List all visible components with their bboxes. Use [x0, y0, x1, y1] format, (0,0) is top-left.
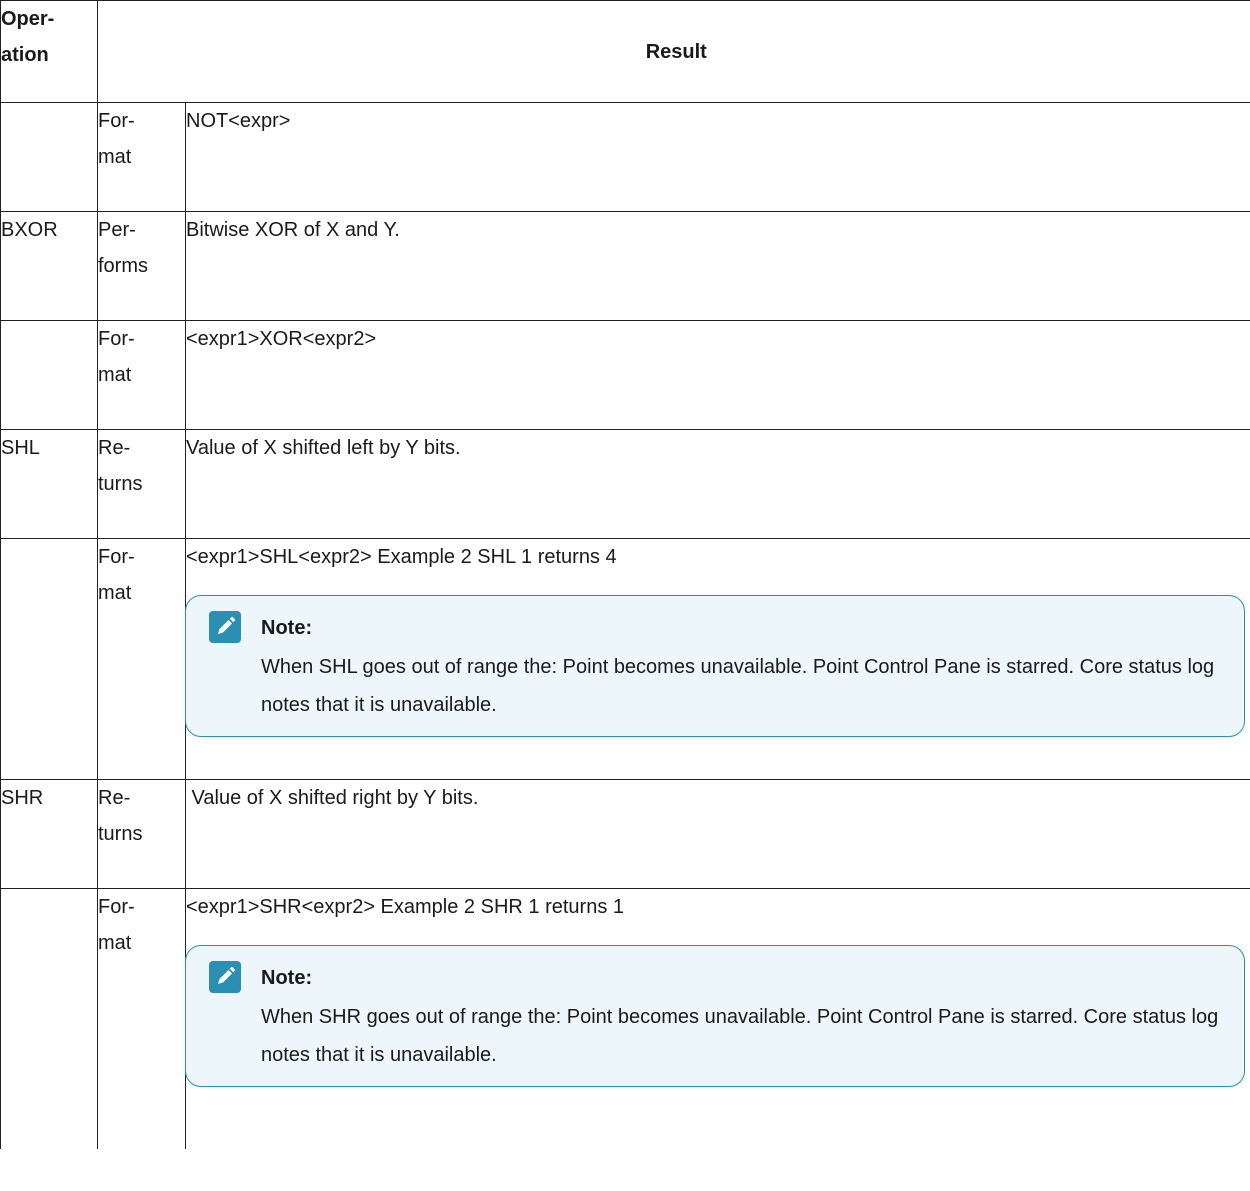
operation-cell: SHR: [0, 779, 98, 889]
kind-cell: For- mat: [97, 320, 186, 430]
table-row: For- mat <expr1>XOR<expr2>: [0, 320, 1250, 430]
kind-line1: Per-: [98, 219, 136, 241]
kind-line1: Re-: [98, 787, 131, 809]
operation-header-line2: ation: [1, 44, 49, 66]
note-title: Note:: [261, 617, 313, 639]
table-row: SHR Re- turns Value of X shifted right b…: [0, 779, 1250, 889]
kind-line1: For-: [98, 546, 135, 568]
kind-cell: Per- forms: [97, 211, 186, 321]
kind-cell: Re- turns: [97, 779, 186, 889]
kind-cell: For- mat: [97, 102, 186, 212]
note-callout: Note: When SHL goes out of range the: Po…: [185, 595, 1245, 737]
result-text: <expr1>SHL<expr2> Example 2 SHL 1 return…: [186, 546, 617, 568]
kind-line1: For-: [98, 328, 135, 350]
kind-line1: For-: [98, 110, 135, 132]
result-cell: Value of X shifted right by Y bits.: [185, 779, 1250, 889]
kind-cell: Re- turns: [97, 429, 186, 539]
result-cell: Value of X shifted left by Y bits.: [185, 429, 1250, 539]
result-cell: Bitwise XOR of X and Y.: [185, 211, 1250, 321]
kind-line1: For-: [98, 896, 135, 918]
kind-line2: mat: [98, 582, 132, 604]
pencil-note-icon: [209, 961, 241, 993]
kind-line2: turns: [98, 473, 143, 495]
kind-line2: forms: [98, 255, 148, 277]
note-title: Note:: [261, 967, 313, 989]
result-cell: <expr1>SHL<expr2> Example 2 SHL 1 return…: [185, 538, 1250, 780]
result-cell: <expr1>XOR<expr2>: [185, 320, 1250, 430]
operation-cell: BXOR: [0, 211, 98, 321]
operation-cell: [0, 320, 98, 430]
operations-table: Oper- ation Result For- mat NOT<expr> BX…: [0, 0, 1250, 1149]
table-row: For- mat NOT<expr>: [0, 102, 1250, 212]
note-callout: Note: When SHR goes out of range the: Po…: [185, 945, 1245, 1087]
operation-cell: SHL: [0, 429, 98, 539]
kind-cell: For- mat: [97, 538, 186, 780]
kind-line2: turns: [98, 823, 143, 845]
operation-cell: [0, 888, 98, 1149]
result-cell: <expr1>SHR<expr2> Example 2 SHR 1 return…: [185, 888, 1250, 1149]
kind-line2: mat: [98, 146, 132, 168]
operation-cell: [0, 102, 98, 212]
table-row: For- mat <expr1>SHL<expr2> Example 2 SHL…: [0, 538, 1250, 780]
pencil-note-icon: [209, 611, 241, 643]
result-text: <expr1>SHR<expr2> Example 2 SHR 1 return…: [186, 896, 624, 918]
operation-cell: [0, 538, 98, 780]
note-body: When SHL goes out of range the: Point be…: [261, 656, 1215, 716]
kind-line1: Re-: [98, 437, 131, 459]
table-row: For- mat <expr1>SHR<expr2> Example 2 SHR…: [0, 888, 1250, 1149]
operation-header-line1: Oper-: [1, 8, 55, 30]
kind-line2: mat: [98, 364, 132, 386]
kind-line2: mat: [98, 932, 132, 954]
kind-cell: For- mat: [97, 888, 186, 1149]
table-header-row: Oper- ation Result: [0, 0, 1250, 103]
table-row: SHL Re- turns Value of X shifted left by…: [0, 429, 1250, 539]
result-cell: NOT<expr>: [185, 102, 1250, 212]
note-body: When SHR goes out of range the: Point be…: [261, 1006, 1219, 1066]
table-row: BXOR Per- forms Bitwise XOR of X and Y.: [0, 211, 1250, 321]
result-column-header: Result: [97, 0, 1250, 103]
operation-column-header: Oper- ation: [0, 0, 98, 103]
